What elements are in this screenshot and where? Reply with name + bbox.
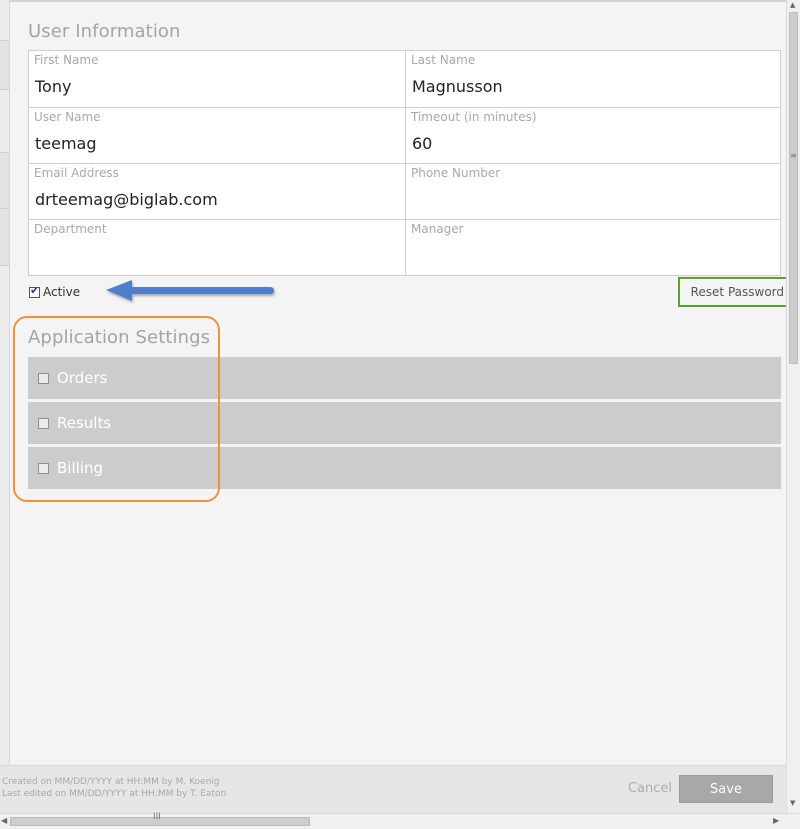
user-information-title: User Information — [28, 21, 181, 42]
application-settings-highlight — [13, 316, 220, 502]
left-strip-segment — [0, 208, 9, 266]
email-label: Email Address — [34, 166, 119, 180]
user-name-field[interactable]: User Name teemag — [29, 107, 405, 163]
left-strip-segment — [0, 152, 9, 210]
left-strip-segment — [0, 40, 9, 90]
user-name-value[interactable]: teemag — [35, 134, 97, 153]
grip-icon: ≡ — [790, 151, 797, 160]
last-name-value[interactable]: Magnusson — [412, 77, 503, 96]
last-name-label: Last Name — [411, 53, 476, 67]
phone-field[interactable]: Phone Number — [405, 163, 781, 219]
grip-icon: III — [153, 812, 161, 822]
manager-field[interactable]: Manager — [405, 219, 781, 275]
first-name-label: First Name — [34, 53, 99, 67]
email-field[interactable]: Email Address drteemag@biglab.com — [29, 163, 405, 219]
timeout-value[interactable]: 60 — [412, 134, 432, 153]
created-info: Created on MM/DD/YYYY at HH:MM by M. Koe… — [2, 777, 220, 787]
timeout-label: Timeout (in minutes) — [411, 110, 537, 124]
first-name-field[interactable]: First Name Tony — [29, 51, 405, 107]
active-label: Active — [43, 285, 81, 299]
user-name-label: User Name — [34, 110, 101, 124]
horizontal-scrollbar[interactable]: ◀ III ▶ — [0, 812, 800, 829]
active-checkbox-row[interactable]: ✔ Active — [29, 284, 80, 300]
active-checkbox[interactable]: ✔ — [29, 283, 40, 298]
scroll-up-icon[interactable]: ▲ — [790, 1, 795, 9]
last-name-field[interactable]: Last Name Magnusson — [405, 51, 781, 107]
scroll-left-icon[interactable]: ◀ — [1, 816, 7, 825]
scroll-right-icon[interactable]: ▶ — [773, 816, 779, 825]
timeout-field[interactable]: Timeout (in minutes) 60 — [405, 107, 781, 163]
save-button[interactable]: Save — [679, 775, 773, 803]
left-arrow-annotation-icon — [106, 280, 274, 301]
edited-info: Last edited on MM/DD/YYYY at HH:MM by T.… — [2, 789, 227, 799]
department-label: Department — [34, 222, 107, 236]
vertical-scroll-thumb[interactable]: ≡ — [789, 12, 798, 364]
cancel-button[interactable]: Cancel — [628, 781, 672, 796]
vertical-scrollbar[interactable]: ▲ ≡ ▼ — [786, 0, 800, 813]
email-value[interactable]: drteemag@biglab.com — [35, 190, 218, 209]
left-sidebar-strip — [0, 0, 10, 813]
checkmark-icon: ✔ — [30, 283, 40, 297]
department-field[interactable]: Department — [29, 219, 405, 275]
phone-label: Phone Number — [411, 166, 501, 180]
user-info-grid: First Name Tony Last Name Magnusson User… — [28, 50, 781, 276]
reset-password-link[interactable]: Reset Password — [678, 277, 795, 307]
scroll-down-icon[interactable]: ▼ — [790, 799, 795, 807]
manager-label: Manager — [411, 222, 464, 236]
first-name-value[interactable]: Tony — [35, 77, 71, 96]
